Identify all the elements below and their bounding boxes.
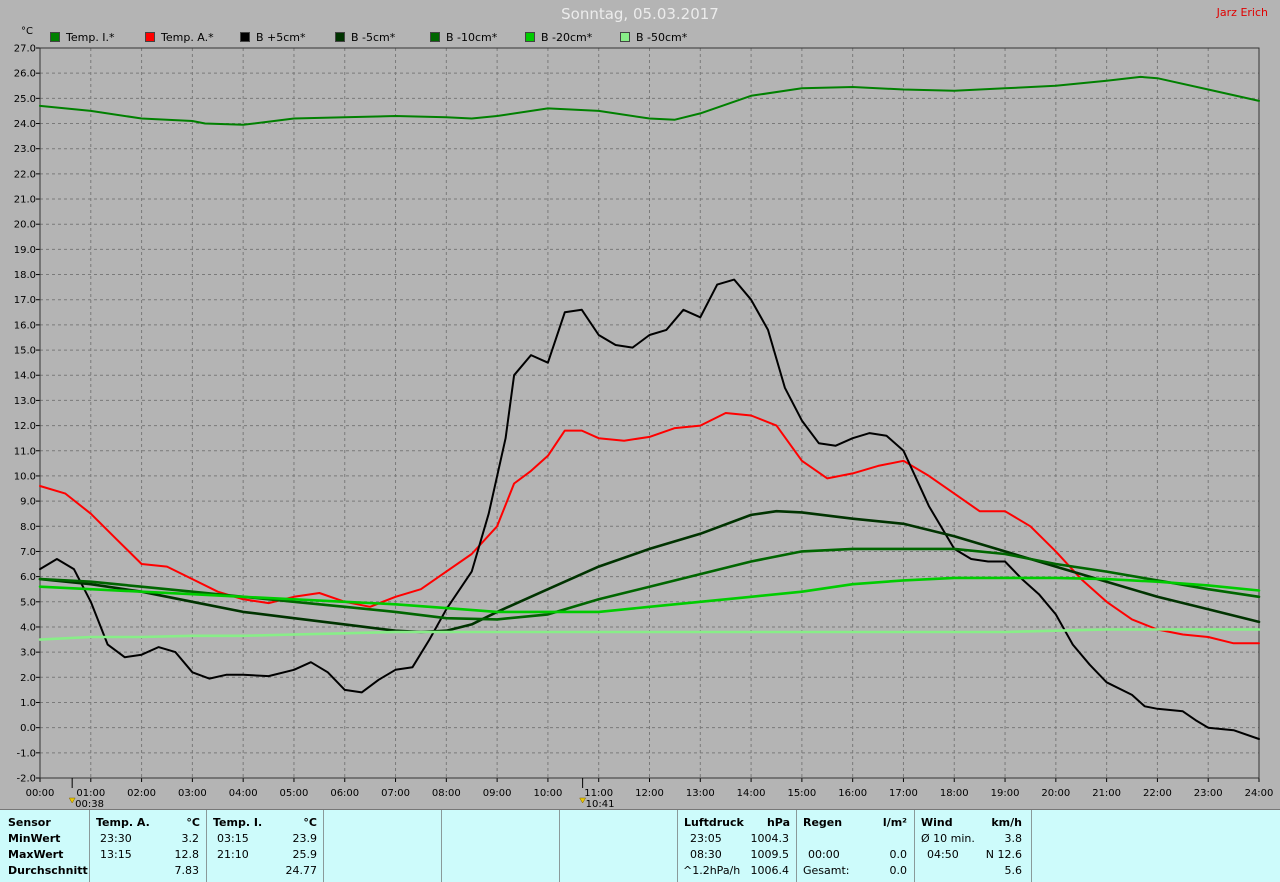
temp-i-max-value: 25.9 — [292, 848, 318, 861]
temp-a-average: 7.83 — [174, 864, 200, 877]
x-tick-label: 15:00 — [787, 788, 816, 799]
statistics-panel: Sensor MinWert MaxWert Durchschnitt Temp… — [0, 809, 1280, 882]
wind-gust-time: 04:50 — [927, 848, 959, 861]
wind-unit: km/h — [991, 816, 1022, 829]
pressure-unit: hPa — [766, 816, 790, 829]
y-tick-label: 19.0 — [14, 245, 36, 256]
row-label-sensor: Sensor — [8, 816, 51, 829]
x-tick-label: 20:00 — [1041, 788, 1070, 799]
x-tick-label: 24:00 — [1245, 788, 1274, 799]
y-tick-label: 1.0 — [20, 698, 36, 709]
y-tick-label: 9.0 — [20, 497, 36, 508]
y-tick-label: 22.0 — [14, 169, 36, 180]
wind-gust-value: N 12.6 — [985, 848, 1022, 861]
temp-i-min-time: 03:15 — [217, 832, 249, 845]
row-label-avg: Durchschnitt — [8, 864, 88, 877]
temp-i-unit: °C — [303, 816, 317, 829]
temp-i-average: 24.77 — [285, 864, 318, 877]
temp-i-min-value: 23.9 — [292, 832, 318, 845]
wind-average-value: 3.8 — [1004, 832, 1023, 845]
y-tick-label: 14.0 — [14, 371, 36, 382]
temp-a-min-time: 23:30 — [100, 832, 132, 845]
y-tick-label: 12.0 — [14, 421, 36, 432]
wind-mean-value: 5.6 — [1004, 864, 1023, 877]
pressure-max-value: 1009.5 — [750, 848, 790, 861]
x-tick-label: 10:00 — [534, 788, 563, 799]
x-tick-label: 07:00 — [381, 788, 410, 799]
x-tick-label: 18:00 — [940, 788, 969, 799]
temp-a-header: Temp. A. — [96, 816, 150, 829]
rain-total-value: 0.0 — [889, 864, 908, 877]
x-tick-label: 01:00 — [76, 788, 105, 799]
x-tick-label: 02:00 — [127, 788, 156, 799]
temp-a-min-value: 3.2 — [181, 832, 200, 845]
x-tick-label: 08:00 — [432, 788, 461, 799]
x-tick-label: 16:00 — [838, 788, 867, 799]
pressure-max-time: 08:30 — [690, 848, 722, 861]
temp-a-unit: °C — [186, 816, 200, 829]
rain-unit: l/m² — [882, 816, 907, 829]
rain-max-time: 00:00 — [808, 848, 840, 861]
y-tick-label: 3.0 — [20, 648, 36, 659]
y-tick-label: 11.0 — [14, 446, 36, 457]
pressure-header: Luftdruck — [684, 816, 744, 829]
rain-total-label: Gesamt: — [803, 864, 850, 877]
time-marker-label: 10:41 — [586, 799, 615, 809]
y-tick-label: 26.0 — [14, 69, 36, 80]
rain-max-value: 0.0 — [889, 848, 908, 861]
temp-a-max-value: 12.8 — [174, 848, 200, 861]
y-tick-label: 23.0 — [14, 144, 36, 155]
y-tick-label: 17.0 — [14, 295, 36, 306]
y-tick-label: 24.0 — [14, 119, 36, 130]
y-tick-label: 20.0 — [14, 220, 36, 231]
y-tick-label: 27.0 — [14, 44, 36, 55]
y-tick-label: 7.0 — [20, 547, 36, 558]
x-tick-label: 11:00 — [584, 788, 613, 799]
x-tick-label: 05:00 — [280, 788, 309, 799]
y-tick-label: 5.0 — [20, 597, 36, 608]
x-tick-label: 22:00 — [1143, 788, 1172, 799]
x-tick-label: 23:00 — [1194, 788, 1223, 799]
y-tick-label: -1.0 — [16, 748, 36, 759]
pressure-trend: ^1.2hPa/h — [683, 864, 741, 877]
y-tick-label: 2.0 — [20, 673, 36, 684]
row-label-min: MinWert — [8, 832, 61, 845]
x-tick-label: 04:00 — [229, 788, 258, 799]
wind-average-label: Ø 10 min. — [921, 832, 975, 845]
x-tick-label: 03:00 — [178, 788, 207, 799]
x-tick-label: 13:00 — [686, 788, 715, 799]
temp-i-max-time: 21:10 — [217, 848, 249, 861]
y-tick-label: 10.0 — [14, 471, 36, 482]
x-tick-label: 06:00 — [330, 788, 359, 799]
y-tick-label: 8.0 — [20, 522, 36, 533]
pressure-trend-value: 1006.4 — [750, 864, 790, 877]
x-tick-label: 09:00 — [483, 788, 512, 799]
rain-header: Regen — [803, 816, 843, 829]
x-tick-label: 17:00 — [889, 788, 918, 799]
y-tick-label: 4.0 — [20, 622, 36, 633]
y-tick-label: 15.0 — [14, 346, 36, 357]
pressure-min-value: 1004.3 — [750, 832, 790, 845]
temp-a-max-time: 13:15 — [100, 848, 132, 861]
x-tick-label: 00:00 — [26, 788, 55, 799]
y-tick-label: 18.0 — [14, 270, 36, 281]
temp-i-header: Temp. I. — [213, 816, 263, 829]
y-tick-label: 16.0 — [14, 320, 36, 331]
y-tick-label: 0.0 — [20, 723, 36, 734]
y-tick-label: 6.0 — [20, 572, 36, 583]
time-marker-label: 00:38 — [75, 799, 104, 809]
y-tick-label: 21.0 — [14, 195, 36, 206]
wind-header: Wind — [921, 816, 953, 829]
x-tick-label: 14:00 — [737, 788, 766, 799]
pressure-min-time: 23:05 — [690, 832, 722, 845]
y-tick-label: 25.0 — [14, 94, 36, 105]
y-tick-label: -2.0 — [16, 774, 36, 785]
temperature-chart: 27.0 26.0 25.0 24.0 23.0 22.0 21.0 20.0 19.0 18.0… — [14, 44, 1274, 810]
x-tick-label: 12:00 — [635, 788, 664, 799]
y-tick-label: 13.0 — [14, 396, 36, 407]
x-tick-label: 19:00 — [991, 788, 1020, 799]
row-label-max: MaxWert — [8, 848, 64, 861]
x-tick-label: 21:00 — [1092, 788, 1121, 799]
